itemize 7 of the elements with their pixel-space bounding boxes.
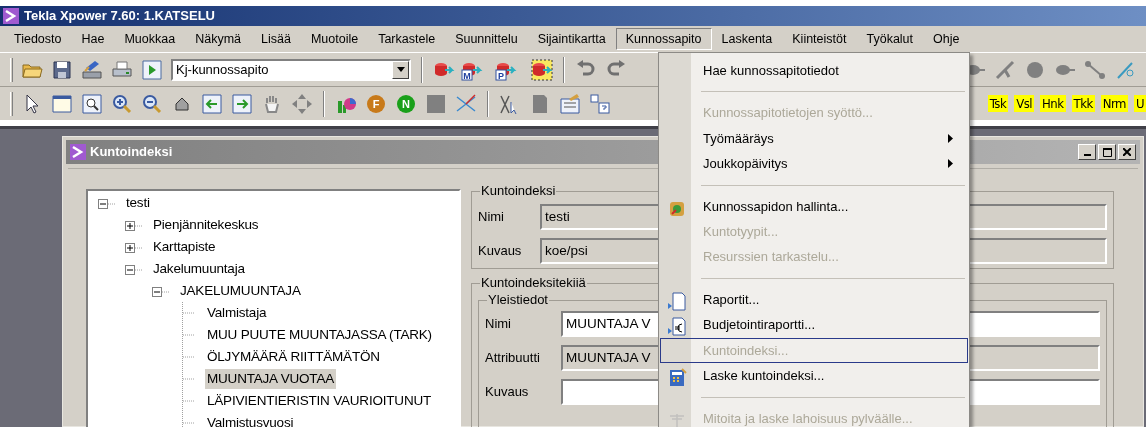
field-label: Nimi — [485, 315, 512, 334]
window-title: Kuntoindeksi — [90, 143, 173, 162]
field-label: Nimi — [478, 208, 505, 227]
field-label: Attribuutti — [485, 349, 541, 368]
window-title: Tekla Xpower 7.60: 1.KATSELU — [24, 7, 215, 26]
field-label: Kuvaus — [478, 242, 523, 261]
field-label: Kuvaus — [485, 383, 530, 402]
